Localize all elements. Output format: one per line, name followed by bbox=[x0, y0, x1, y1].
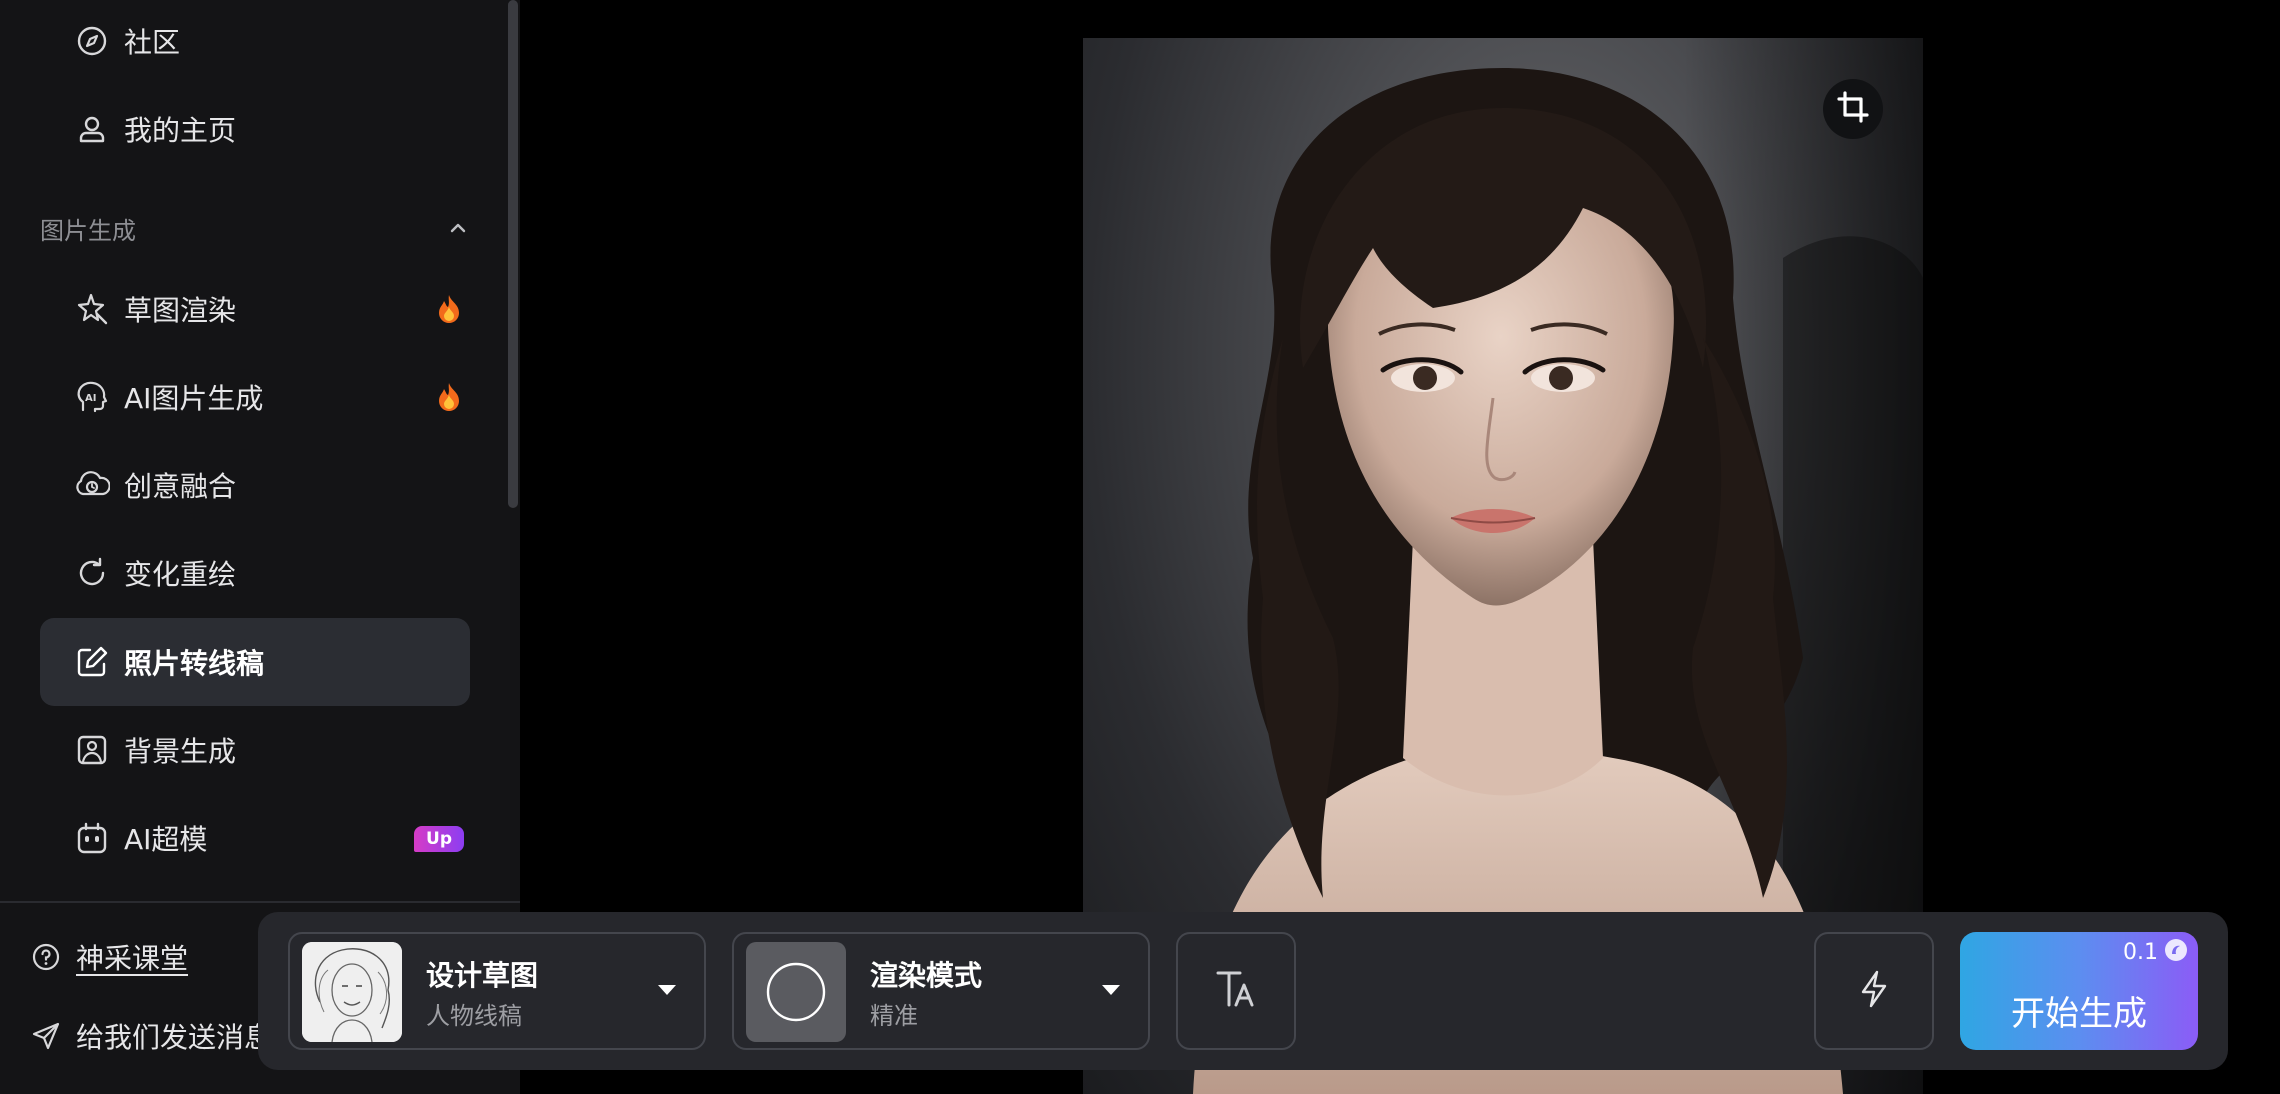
sketch-thumbnail bbox=[302, 942, 402, 1042]
generate-label: 开始生成 bbox=[2011, 994, 2147, 1034]
fire-icon bbox=[434, 381, 464, 413]
sketch-subtitle: 人物线稿 bbox=[426, 1002, 522, 1030]
sidebar-item-label: 背景生成 bbox=[124, 735, 237, 768]
sparkle-pen-icon bbox=[72, 289, 112, 329]
caret-down-icon[interactable] bbox=[656, 982, 678, 998]
fire-icon bbox=[434, 293, 464, 325]
sidebar-item-label: 社区 bbox=[124, 26, 181, 59]
section-title: 图片生成 bbox=[40, 216, 136, 245]
chevron-up-icon[interactable] bbox=[446, 216, 470, 240]
sketch-title: 设计草图 bbox=[426, 959, 539, 992]
ai-head-icon: AI bbox=[72, 377, 112, 417]
generate-button[interactable]: 0.1 开始生成 bbox=[1960, 932, 2198, 1050]
crop-icon bbox=[1836, 90, 1870, 128]
help-circle-icon bbox=[30, 941, 62, 973]
sidebar-item-label: 我的主页 bbox=[124, 114, 237, 147]
sidebar-item-ai-supermodel[interactable]: AI超模 Up bbox=[40, 794, 470, 882]
cost-value: 0.1 bbox=[2123, 939, 2158, 965]
sidebar-item-label: 变化重绘 bbox=[124, 558, 237, 591]
lightning-icon bbox=[1857, 969, 1891, 1013]
image-icon bbox=[72, 730, 112, 770]
sidebar-item-creative-blend[interactable]: 创意融合 bbox=[40, 441, 470, 529]
crop-button[interactable] bbox=[1823, 79, 1883, 139]
svg-text:AI: AI bbox=[85, 393, 96, 404]
render-mode-selector[interactable]: 渲染模式 精准 bbox=[732, 932, 1150, 1050]
sidebar-scrollbar[interactable] bbox=[508, 0, 518, 508]
robot-icon bbox=[72, 818, 112, 858]
sketch-selector[interactable]: 设计草图 人物线稿 bbox=[288, 932, 706, 1050]
cost-indicator: 0.1 bbox=[2123, 938, 2188, 966]
course-label: 神采课堂 bbox=[76, 942, 189, 975]
text-prompt-button[interactable] bbox=[1176, 932, 1296, 1050]
sidebar-item-label: AI图片生成 bbox=[124, 382, 264, 415]
compass-icon bbox=[72, 21, 112, 61]
sidebar-item-label: 创意融合 bbox=[124, 470, 237, 503]
course-link[interactable]: 神采课堂 bbox=[30, 933, 188, 981]
text-size-icon bbox=[1214, 967, 1258, 1015]
refresh-icon bbox=[72, 553, 112, 593]
sidebar-item-background-gen[interactable]: 背景生成 bbox=[40, 706, 470, 794]
render-mode-thumbnail bbox=[746, 942, 846, 1042]
sidebar-item-label: AI超模 bbox=[124, 823, 208, 856]
sidebar-item-ai-image[interactable]: AI AI图片生成 bbox=[40, 353, 470, 441]
up-badge: Up bbox=[414, 826, 464, 852]
sidebar-item-label: 照片转线稿 bbox=[124, 647, 265, 680]
feedback-label: 给我们发送消息 bbox=[76, 1021, 273, 1054]
render-mode-title: 渲染模式 bbox=[870, 959, 983, 992]
sidebar-item-my-home[interactable]: 我的主页 bbox=[40, 85, 470, 173]
credit-coin-icon bbox=[2164, 938, 2188, 966]
sidebar-divider bbox=[0, 901, 520, 903]
sidebar-item-photo-to-lineart[interactable]: 照片转线稿 bbox=[40, 618, 470, 706]
feedback-link[interactable]: 给我们发送消息 bbox=[30, 1012, 272, 1060]
send-icon bbox=[30, 1020, 62, 1052]
sidebar-item-community[interactable]: 社区 bbox=[40, 0, 470, 85]
user-icon bbox=[72, 109, 112, 149]
caret-down-icon[interactable] bbox=[1100, 982, 1122, 998]
sidebar-item-variation-redraw[interactable]: 变化重绘 bbox=[40, 529, 470, 617]
edit-square-icon bbox=[72, 642, 112, 682]
sidebar-item-sketch-render[interactable]: 草图渲染 bbox=[40, 265, 470, 353]
fast-mode-button[interactable] bbox=[1814, 932, 1934, 1050]
generation-toolbar: 设计草图 人物线稿 渲染模式 精准 0.1 开始生成 bbox=[258, 912, 2228, 1070]
sidebar-item-label: 草图渲染 bbox=[124, 294, 237, 327]
section-header-image-generation[interactable]: 图片生成 bbox=[40, 208, 470, 248]
render-mode-subtitle: 精准 bbox=[870, 1002, 918, 1030]
blend-cloud-icon bbox=[72, 465, 112, 505]
